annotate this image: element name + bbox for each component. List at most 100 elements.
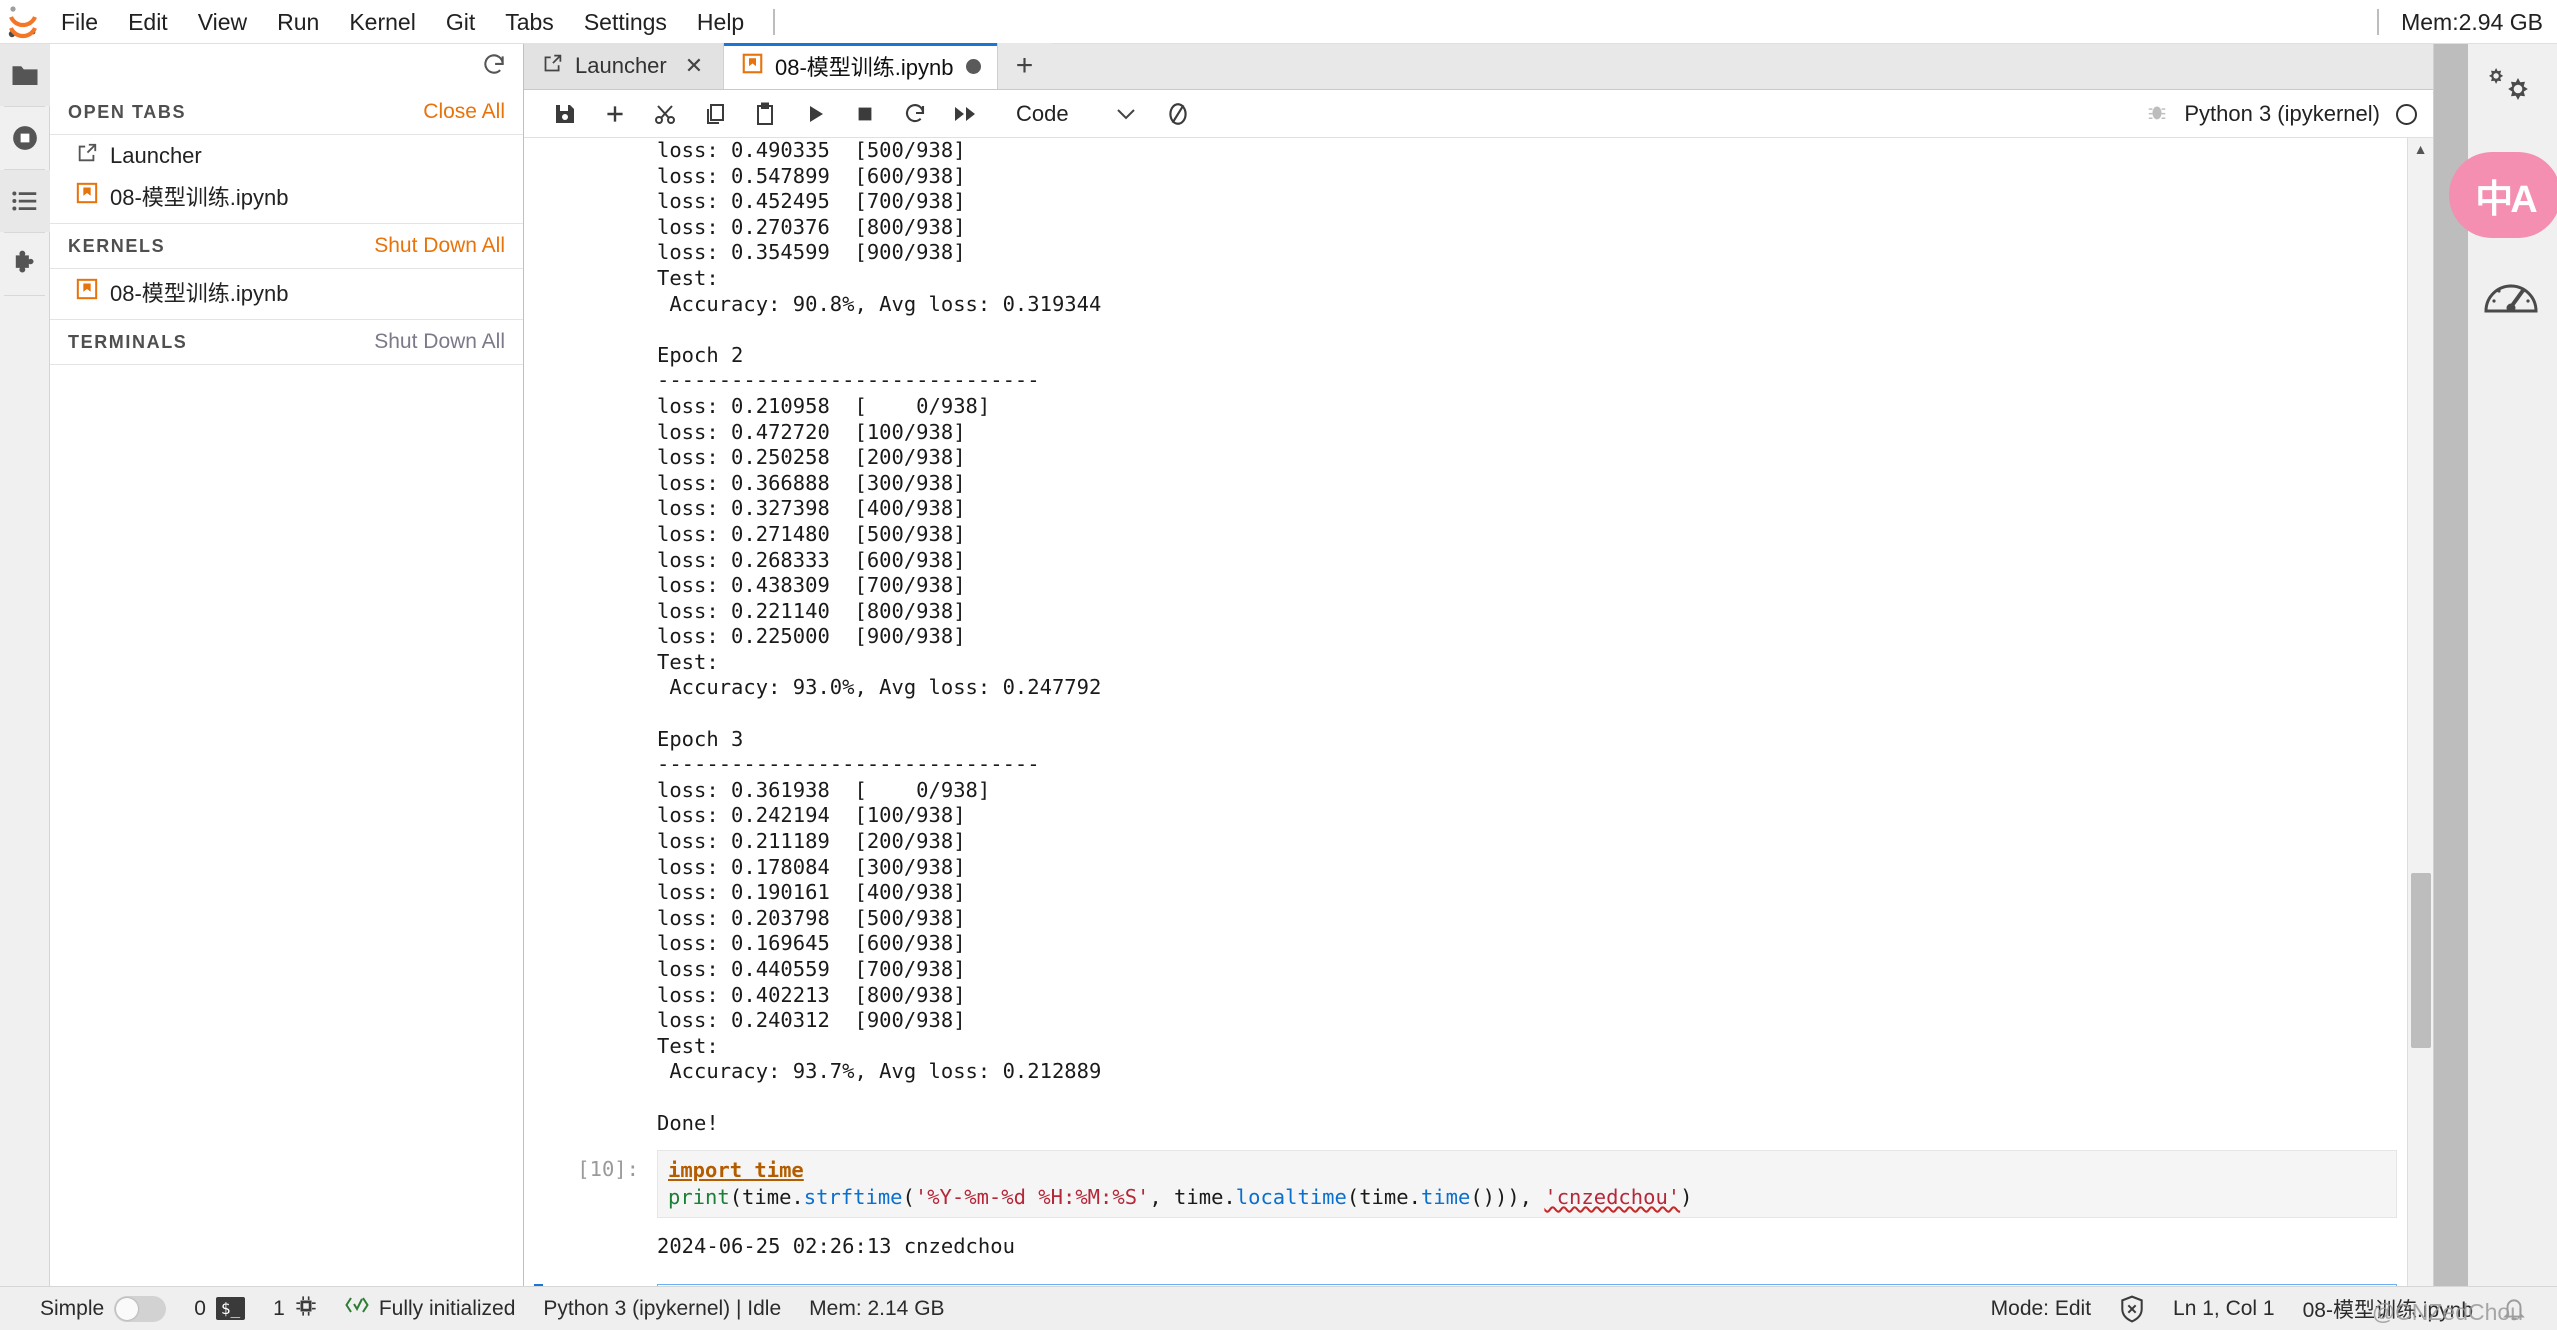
kernels-list: 08-模型训练.ipynb <box>50 269 523 320</box>
status-bar-left: Simple 0 $_ 1 <box>0 1295 959 1323</box>
running-sessions-panel: OPEN TABS Close All Launcher 08-模型训练.ipy… <box>50 44 524 1306</box>
cell-prompt: [10]: <box>524 1150 657 1181</box>
menu-view[interactable]: View <box>183 0 262 44</box>
section-title: TERMINALS <box>68 332 187 353</box>
unsaved-indicator-icon[interactable] <box>966 59 981 74</box>
run-cell-button[interactable] <box>792 94 838 134</box>
window-scrollbar[interactable] <box>2434 44 2468 1306</box>
menu-help[interactable]: Help <box>682 0 759 44</box>
gears-icon[interactable] <box>2471 54 2551 134</box>
memory-status: Mem: 2.14 GB <box>795 1297 958 1321</box>
launcher-icon <box>542 53 563 80</box>
scrollbar-thumb[interactable] <box>2411 873 2431 1048</box>
tab-launcher[interactable]: Launcher ✕ <box>524 43 724 89</box>
speedometer-icon[interactable] <box>2471 254 2551 334</box>
notebook-icon <box>742 53 763 80</box>
shut-down-all-terminals-button[interactable]: Shut Down All <box>374 330 505 354</box>
save-button[interactable] <box>542 94 588 134</box>
menu-run[interactable]: Run <box>262 0 334 44</box>
sidebar-item-extension-manager[interactable] <box>0 233 50 295</box>
tab-label: 08-模型训练.ipynb <box>775 50 954 82</box>
cut-cell-button[interactable] <box>642 94 688 134</box>
kernel-busy-icon <box>1155 94 1201 134</box>
shield-x-icon[interactable] <box>2105 1295 2159 1323</box>
translate-icon-label: 中A <box>2475 168 2534 223</box>
menu-edit[interactable]: Edit <box>113 0 183 44</box>
list-item-notebook[interactable]: 08-模型训练.ipynb <box>50 175 523 217</box>
bug-icon[interactable] <box>2146 101 2168 128</box>
kernel-name-label[interactable]: Python 3 (ipykernel) <box>2184 101 2380 127</box>
check-code-icon <box>345 1295 369 1323</box>
tab-bar: Launcher ✕ 08-模型训练.ipynb + <box>524 44 2433 90</box>
new-tab-button[interactable]: + <box>998 43 1052 89</box>
terminal-count-indicator[interactable]: 0 $_ <box>180 1297 259 1321</box>
notebook-scrollbar[interactable]: ▲ ▼ <box>2407 138 2433 1306</box>
launcher-icon <box>76 142 98 170</box>
code-cell[interactable]: [10]: import time print(time.strftime('%… <box>524 1150 2433 1218</box>
memory-usage-label: Mem:2.94 GB <box>2401 9 2543 36</box>
kernel-chip-icon <box>295 1295 317 1323</box>
output-done: Done! <box>524 1085 2433 1136</box>
restart-run-all-button[interactable] <box>942 94 988 134</box>
menu-file[interactable]: File <box>46 0 113 44</box>
output-epoch1-tail: loss: 0.490335 [500/938] loss: 0.547899 … <box>524 138 2433 317</box>
section-header-kernels: KERNELS Shut Down All <box>50 224 523 269</box>
output-epoch2: Epoch 2 ------------------------------- … <box>524 317 2433 701</box>
list-item-kernel-notebook[interactable]: 08-模型训练.ipynb <box>50 271 523 313</box>
menubar-divider <box>773 9 775 35</box>
cell-output-text: 2024-06-25 02:26:13 cnzedchou <box>524 1234 2433 1260</box>
open-tabs-list: Launcher 08-模型训练.ipynb <box>50 135 523 224</box>
current-filename: 08-模型训练.ipynb <box>2289 1294 2487 1324</box>
sidebar-item-table-of-contents[interactable] <box>0 170 50 232</box>
cell-type-value: Code <box>1016 101 1069 127</box>
copy-cell-button[interactable] <box>692 94 738 134</box>
menu-git[interactable]: Git <box>431 0 490 44</box>
activity-bar <box>0 44 50 1306</box>
paste-cell-button[interactable] <box>742 94 788 134</box>
menu-tabs[interactable]: Tabs <box>490 0 569 44</box>
list-item-label: 08-模型训练.ipynb <box>110 180 289 212</box>
list-item-label: Launcher <box>110 143 202 169</box>
tab-notebook[interactable]: 08-模型训练.ipynb <box>724 43 998 89</box>
close-all-button[interactable]: Close All <box>423 100 505 124</box>
close-icon[interactable]: ✕ <box>681 53 707 79</box>
refresh-icon[interactable] <box>481 52 507 83</box>
simple-mode-toggle[interactable]: Simple <box>26 1296 180 1322</box>
main-area: Launcher ✕ 08-模型训练.ipynb + <box>524 44 2433 1306</box>
chevron-down-icon <box>1115 101 1137 127</box>
kernel-status-indicator[interactable]: Python 3 (ipykernel) | Idle <box>529 1297 795 1321</box>
cell-editor[interactable]: import time print(time.strftime('%Y-%m-%… <box>657 1150 2397 1218</box>
code-module-time: time <box>742 1158 804 1182</box>
activity-divider <box>4 295 45 296</box>
notebook-content: loss: 0.490335 [500/938] loss: 0.547899 … <box>524 138 2433 1306</box>
section-header-open-tabs: OPEN TABS Close All <box>50 90 523 135</box>
restart-kernel-button[interactable] <box>892 94 938 134</box>
notebook-icon <box>76 182 98 210</box>
sidebar-item-file-browser[interactable] <box>0 44 50 106</box>
notebook-toolbar: Code Python 3 (ipykernel) <box>524 90 2433 138</box>
scroll-up-arrow-icon[interactable]: ▲ <box>2408 138 2433 160</box>
kernel-count: 1 <box>273 1297 285 1321</box>
code-line-2: print(time.strftime('%Y-%m-%d %H:%M:%S',… <box>668 1185 1692 1209</box>
notebook-scroll-area[interactable]: loss: 0.490335 [500/938] loss: 0.547899 … <box>524 138 2433 1306</box>
list-item-launcher[interactable]: Launcher <box>50 137 523 175</box>
interrupt-kernel-button[interactable] <box>842 94 888 134</box>
sidebar-item-running-sessions[interactable] <box>0 107 50 169</box>
panel-toolbar <box>50 44 523 90</box>
menu-kernel[interactable]: Kernel <box>334 0 430 44</box>
insert-cell-button[interactable] <box>592 94 638 134</box>
bell-icon[interactable] <box>2487 1295 2541 1323</box>
translate-button[interactable]: 中A <box>2449 152 2557 238</box>
section-title: KERNELS <box>68 236 165 257</box>
menu-bar: File Edit View Run Kernel Git Tabs Setti… <box>0 0 2557 44</box>
cell-type-select[interactable]: Code <box>1008 97 1145 131</box>
notebook-icon <box>76 278 98 306</box>
toggle-switch[interactable] <box>114 1296 166 1322</box>
code-keyword-import: import <box>668 1158 742 1182</box>
terminal-icon: $_ <box>216 1297 245 1320</box>
menu-settings[interactable]: Settings <box>569 0 682 44</box>
kernel-idle-circle-icon[interactable] <box>2396 104 2417 125</box>
shut-down-all-kernels-button[interactable]: Shut Down All <box>374 234 505 258</box>
list-item-label: 08-模型训练.ipynb <box>110 276 289 308</box>
kernel-count-indicator[interactable]: 1 <box>259 1295 331 1323</box>
